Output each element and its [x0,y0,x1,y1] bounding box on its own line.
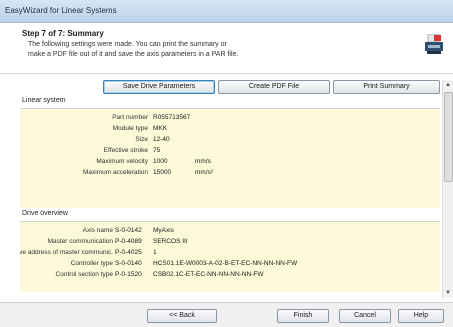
row-value: SERCOS III [153,238,188,245]
table-row: Axis name S-0-0142 MyAxis [20,225,440,236]
row-label: Axis name [82,227,113,234]
row-label: Maximum acceleration [82,169,148,176]
row-value: CSB02.1C-ET-EC-NN-NN-NN-NN-FW [153,271,264,278]
row-label: Effective stroke [103,147,148,154]
back-button[interactable]: << Back [147,309,217,323]
table-row: Control section type P-0-1520 CSB02.1C-E… [20,269,440,280]
drive-overview-header: Drive overview [20,208,440,222]
table-row: Controller type S-0-0140 HCS01.1E-W0003-… [20,258,440,269]
row-label: Master communication [47,238,113,245]
title-bar: EasyWizard for Linear Systems [0,0,453,23]
vertical-scrollbar[interactable]: ▲ ▼ [442,80,453,298]
row-value: 1000 [153,158,168,165]
row-label: Control section type [55,271,113,278]
wizard-header: Step 7 of 7: Summary The following setti… [0,23,453,74]
scroll-down-icon[interactable]: ▼ [443,288,453,298]
scroll-up-icon[interactable]: ▲ [443,80,453,90]
row-value: MyAxis [153,227,174,234]
row-label: Controller type [70,260,113,267]
wizard-header-icon [425,34,443,54]
table-row: Master communication P-0-4089 SERCOS III [20,236,440,247]
row-label: Maximum velocity [96,158,148,165]
table-row: Part number R055713567 [20,112,440,123]
window-title: EasyWizard for Linear Systems [5,6,117,15]
save-drive-parameters-button[interactable]: Save Drive Parameters [103,80,215,94]
row-label: Part number [112,114,148,121]
row-value: 75 [153,147,161,154]
row-parameter: S-0-0140 [115,260,142,267]
row-unit: mm/s² [195,169,214,176]
linear-system-header: Linear system [20,95,440,109]
row-label: Drive address of master communic. [20,249,113,256]
table-row: Module type MKK [20,123,440,134]
step-description: The following settings were made. You ca… [28,40,328,60]
scroll-thumb[interactable] [444,92,453,182]
row-parameter: S-0-0142 [115,227,142,234]
description-line-2: make a PDF file out of it and save the a… [28,51,239,58]
row-value: R055713567 [153,114,191,121]
row-label: Size [135,136,148,143]
table-row: Maximum velocity 1000 mm/s [20,156,440,167]
table-row: Maximum acceleration 15000 mm/s² [20,167,440,178]
row-label: Module type [112,125,148,132]
drive-overview-rows: Axis name S-0-0142 MyAxis Master communi… [20,222,440,292]
step-title: Step 7 of 7: Summary [22,29,104,38]
row-value: 15000 [153,169,172,176]
linear-system-rows: Part number R055713567 Module type MKK S… [20,109,440,208]
row-unit: mm/s [195,158,211,165]
row-parameter: P-0-1520 [115,271,142,278]
row-value: MKK [153,125,168,132]
row-value: HCS01.1E-W0003-A-02-B-ET-EC-NN-NN-NN-FW [153,260,298,267]
row-value: 1 [153,249,157,256]
table-row: Effective stroke 75 [20,145,440,156]
row-value: 12-40 [153,136,170,143]
finish-button[interactable]: Finish [277,309,329,323]
description-line-1: The following settings were made. You ca… [28,41,227,48]
table-row: Size 12-40 [20,134,440,145]
table-row: Drive address of master communic. P-0-40… [20,247,440,258]
row-parameter: P-0-4025 [115,249,142,256]
summary-content: Linear system Part number R055713567 Mod… [20,95,440,292]
create-pdf-button[interactable]: Create PDF File [218,80,330,94]
row-parameter: P-0-4089 [115,238,142,245]
help-button[interactable]: Help [398,309,444,323]
cancel-button[interactable]: Cancel [339,309,391,323]
print-summary-button[interactable]: Print Summary [333,80,440,94]
